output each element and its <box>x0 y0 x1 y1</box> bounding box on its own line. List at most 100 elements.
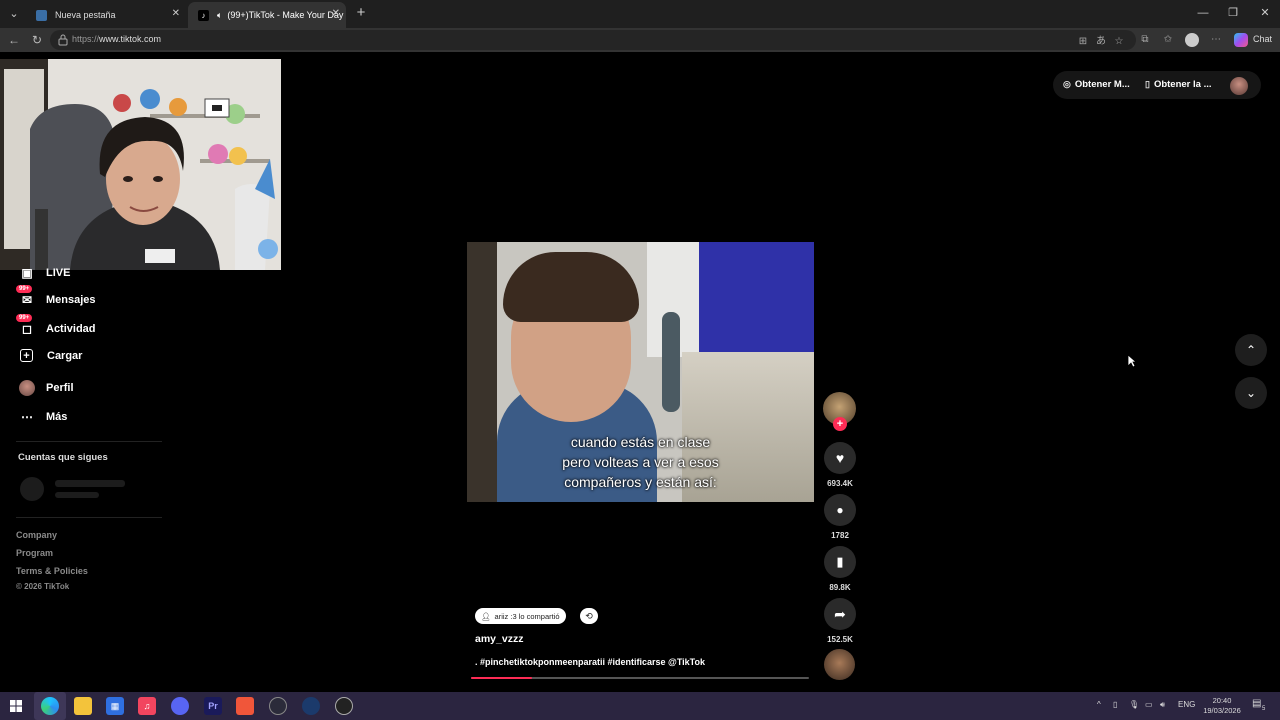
video-progress-bar[interactable] <box>471 677 809 679</box>
close-tab-icon[interactable]: ✕ <box>332 8 340 19</box>
device-icon[interactable]: ▯ <box>1113 700 1117 709</box>
profile-avatar-icon[interactable] <box>1185 33 1199 47</box>
obs-icon[interactable] <box>335 697 353 715</box>
discord-icon[interactable] <box>171 697 189 715</box>
like-button[interactable]: ♥ <box>824 442 856 474</box>
video-blue-wall <box>699 242 814 357</box>
user-icon: 👤︎ <box>481 611 491 621</box>
back-icon[interactable]: ← <box>6 32 22 48</box>
network-icon[interactable]: ▭ <box>1145 700 1153 709</box>
video-person-hair <box>503 252 639 322</box>
clock-date: 19/03/2026 <box>1203 706 1241 715</box>
share-count: 152.5K <box>827 635 853 644</box>
tab-actions-menu-button[interactable]: ⌄ <box>4 5 24 23</box>
video-player[interactable]: cuando estás en clase pero volteas a ver… <box>467 242 814 502</box>
caption-line: cuando estás en clase <box>570 434 711 450</box>
get-app-button[interactable]: ▯ Obtener la ... <box>1145 79 1212 90</box>
notification-badge: 99+ <box>16 285 33 293</box>
phone-icon: ▯ <box>1145 79 1150 89</box>
show-hidden-icons-chevron-icon[interactable]: ^ <box>1097 700 1101 709</box>
more-options-icon[interactable]: ⋯ <box>1209 33 1223 47</box>
author-name[interactable]: amy_vzzz <box>475 633 523 645</box>
tab-tiktok[interactable]: ♪ 🔈︎ (99+)TikTok - Make Your Day ✕ <box>188 2 346 28</box>
previous-video-button[interactable]: ⌃ <box>1235 334 1267 366</box>
chevron-up-icon: ⌃ <box>1245 343 1257 357</box>
sidebar-item-upload[interactable]: + Cargar <box>18 349 82 362</box>
sidebar-item-messages[interactable]: ✉︎ 99+ Mensajes <box>16 285 96 309</box>
translate-icon[interactable]: あ <box>1094 35 1108 49</box>
caption-line: compañeros y están así: <box>564 474 717 490</box>
browser-tab-strip: ⌄ Nueva pestaña ✕ ♪ 🔈︎ (99+)TikTok - Mak… <box>0 0 1280 28</box>
share-button[interactable]: ➦ <box>824 598 856 630</box>
divider <box>16 517 162 518</box>
microphone-icon[interactable]: 🎙︎ <box>1129 700 1139 709</box>
tab-title: Nueva pestaña <box>55 10 116 20</box>
sidebar-item-profile[interactable]: Perfil <box>18 379 74 397</box>
copyright-text: © 2026 TikTok <box>16 582 70 591</box>
tab-new-tab[interactable]: Nueva pestaña ✕ <box>26 2 186 28</box>
close-tab-icon[interactable]: ✕ <box>172 8 180 19</box>
sidebar-item-label: LIVE <box>46 267 71 279</box>
follow-plus-button[interactable]: + <box>833 417 847 431</box>
premiere-pro-icon[interactable]: Pr <box>204 697 222 715</box>
upload-icon: + <box>20 349 33 362</box>
repost-text: ariiz :3 lo compartió <box>494 611 560 621</box>
get-coins-label: Obtener M... <box>1074 79 1130 90</box>
refresh-icon[interactable]: ↻ <box>29 32 45 48</box>
favorites-icon[interactable]: ✩ <box>1161 33 1175 47</box>
next-video-button[interactable]: ⌄ <box>1235 377 1267 409</box>
more-icon: ⋯ <box>21 410 33 424</box>
edge-browser-icon[interactable] <box>41 697 59 715</box>
language-indicator[interactable]: ENG <box>1178 700 1195 709</box>
video-description: . #pinchetiktokponmeenparatii #identific… <box>475 657 706 667</box>
footer-link-terms[interactable]: Terms & Policies <box>16 566 88 576</box>
repost-chip[interactable]: 👤︎ ariiz :3 lo compartió <box>475 608 566 624</box>
store-icon[interactable]: ▦ <box>106 697 124 715</box>
sidebar-item-activity[interactable]: ◻︎ 99+ Actividad <box>16 314 96 338</box>
music-app-icon[interactable]: ♫ <box>138 697 156 715</box>
speaker-icon[interactable]: 🔈︎ <box>217 10 222 21</box>
app-available-icon[interactable]: ⊞ <box>1076 35 1090 49</box>
close-window-button[interactable]: ✕ <box>1254 4 1276 22</box>
sidebar-item-more[interactable]: ⋯ Más <box>18 408 67 426</box>
footer-link-program[interactable]: Program <box>16 548 53 558</box>
file-explorer-icon[interactable] <box>74 697 92 715</box>
sidebar-item-live[interactable]: ▣ LIVE <box>18 264 70 282</box>
favorite-star-icon[interactable]: ☆ <box>1112 35 1126 49</box>
address-bar[interactable]: https://www.tiktok.com ⊞ あ ☆ <box>50 30 1136 50</box>
music-disc-icon[interactable] <box>824 649 855 680</box>
save-button[interactable]: ▮ <box>824 546 856 578</box>
extensions-icon[interactable]: ⧉ <box>1138 33 1152 47</box>
account-placeholder-handle <box>55 492 99 498</box>
footer-link-company[interactable]: Company <box>16 530 57 540</box>
comment-button[interactable]: ● <box>824 494 856 526</box>
media-app-icon[interactable] <box>269 697 287 715</box>
notification-count: 5 <box>1262 706 1266 712</box>
get-coins-button[interactable]: ◎ Obtener M... <box>1063 79 1130 90</box>
save-count: 89.8K <box>829 583 851 592</box>
volume-icon[interactable]: 🔊︎ <box>1160 700 1165 710</box>
heart-icon: ♥ <box>835 450 845 466</box>
clock[interactable]: 20:40 19/03/2026 <box>1200 696 1244 716</box>
browser-toolbar: ← ↻ https://www.tiktok.com ⊞ あ ☆ ⧉ ✩ ⋯ C… <box>0 28 1280 52</box>
brave-browser-icon[interactable] <box>236 697 254 715</box>
notification-center-icon[interactable]: ▤ <box>1252 698 1261 709</box>
new-tab-button[interactable]: + <box>352 4 370 22</box>
mouse-cursor-icon <box>1127 354 1137 368</box>
steam-icon[interactable] <box>302 697 320 715</box>
site-info-icon[interactable] <box>58 34 68 46</box>
windows-logo-icon <box>10 700 22 712</box>
windows-taskbar: ▦ ♫ Pr ^ ▯ 🎙︎ ▭ 🔊︎ ENG 20:40 19/03/2026 … <box>0 692 1280 720</box>
tiktok-logo-icon: ♪ <box>198 9 209 21</box>
start-button[interactable] <box>7 697 25 715</box>
caption-line: pero volteas a ver a esos <box>562 454 719 470</box>
video-progress-fill <box>471 677 532 679</box>
clock-time: 20:40 <box>1212 696 1232 705</box>
minimize-button[interactable]: — <box>1192 4 1214 22</box>
chat-button[interactable]: Chat <box>1253 34 1272 44</box>
webcam-overlay <box>0 59 281 270</box>
repost-button[interactable]: ⟲ <box>580 608 598 624</box>
copilot-icon[interactable] <box>1234 33 1248 47</box>
user-avatar[interactable] <box>1230 77 1248 95</box>
restore-button[interactable]: ❐ <box>1222 4 1244 22</box>
